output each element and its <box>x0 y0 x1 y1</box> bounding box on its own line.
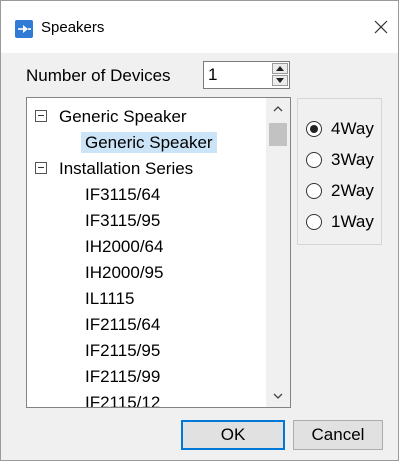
collapse-icon[interactable] <box>35 110 47 122</box>
radio-label[interactable]: 4Way <box>331 119 374 139</box>
collapse-icon[interactable] <box>35 162 47 174</box>
radio-button[interactable] <box>306 214 322 230</box>
tree-group-label[interactable]: Generic Speaker <box>55 106 191 127</box>
ok-button[interactable]: OK <box>181 420 285 450</box>
scroll-up-button[interactable] <box>266 100 290 118</box>
number-of-devices-label: Number of Devices <box>26 66 171 85</box>
tree-item-label[interactable]: Generic Speaker <box>81 132 217 153</box>
tree-item-label[interactable]: IF2115/64 <box>81 314 164 335</box>
triangle-up-icon <box>276 66 284 71</box>
cancel-button[interactable]: Cancel <box>293 420 383 450</box>
number-of-devices-spinbox[interactable]: 1 <box>203 61 290 89</box>
spin-up-button[interactable] <box>272 63 288 74</box>
scroll-down-button[interactable] <box>266 387 290 405</box>
spin-down-button[interactable] <box>272 75 288 86</box>
radio-button[interactable] <box>306 183 322 199</box>
tree-item-label[interactable]: IF3115/95 <box>81 210 164 231</box>
tree-item-label[interactable]: IF3115/64 <box>81 184 164 205</box>
close-icon[interactable] <box>368 14 394 40</box>
tree-item-label-clipped: IF2115/12 <box>85 393 161 408</box>
speakers-dialog: Speakers Number of Devices 1 Generic Spe… <box>0 0 399 461</box>
radio-1way[interactable]: 1Way <box>306 210 382 236</box>
radio-4way[interactable]: 4Way <box>306 117 382 143</box>
chevron-down-icon <box>273 393 283 399</box>
triangle-down-icon <box>276 78 284 83</box>
tree-item-label[interactable]: IH2000/64 <box>81 236 167 257</box>
radio-button[interactable] <box>306 152 322 168</box>
chevron-up-icon <box>273 106 283 112</box>
radio-2way[interactable]: 2Way <box>306 179 382 205</box>
spin-buttons <box>272 63 288 87</box>
tree-item-label[interactable]: IF2115/95 <box>81 340 164 361</box>
title-bar[interactable]: Speakers <box>1 1 398 53</box>
number-of-devices-value[interactable]: 1 <box>208 65 217 85</box>
window-title: Speakers <box>41 19 105 36</box>
radio-label[interactable]: 3Way <box>331 150 374 170</box>
way-options-group: 4Way 3Way 2Way 1Way <box>297 98 382 245</box>
radio-3way[interactable]: 3Way <box>306 148 382 174</box>
radio-button-checked[interactable] <box>306 121 322 137</box>
tree-item-label[interactable]: IF2115/99 <box>81 366 164 387</box>
tree-scrollbar[interactable] <box>266 98 290 407</box>
scroll-thumb[interactable] <box>269 123 287 146</box>
tree-item-label[interactable]: IH2000/95 <box>81 262 167 283</box>
radio-label[interactable]: 1Way <box>331 212 374 232</box>
speaker-tree[interactable]: Generic Speaker Generic Speaker Installa… <box>26 97 291 408</box>
tree-item-label[interactable]: IL1115 <box>81 288 138 309</box>
radio-label[interactable]: 2Way <box>331 181 374 201</box>
tree-group-label[interactable]: Installation Series <box>55 158 197 179</box>
speaker-app-icon <box>15 20 33 38</box>
